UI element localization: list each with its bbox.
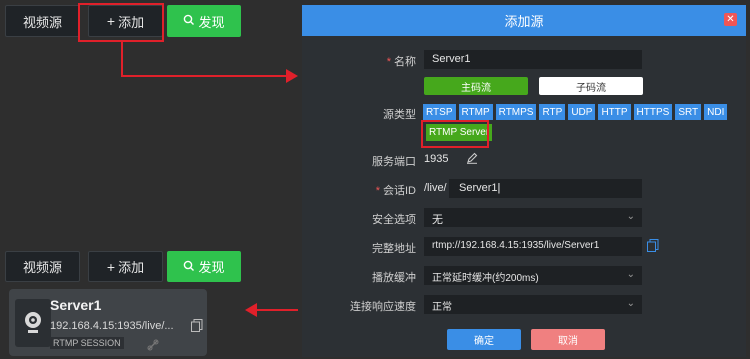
source-type-group: RTSP RTMP RTMPS RTP UDP HTTP HTTPS SRT N… <box>423 104 728 120</box>
sub-stream-button[interactable]: 子码流 <box>539 77 643 95</box>
name-input[interactable]: Server1 <box>424 50 642 69</box>
response-speed-select[interactable]: 正常 ⌄ <box>424 295 642 314</box>
buffer-label: 播放缓冲 <box>372 272 416 284</box>
full-address-field: rtmp://192.168.4.15:1935/live/Server1 <box>424 237 642 256</box>
video-source-label: 视频源 <box>22 260 62 275</box>
source-tag: RTMP SESSION <box>50 337 124 349</box>
type-ndi[interactable]: NDI <box>704 104 728 120</box>
type-rtp[interactable]: RTP <box>539 104 566 120</box>
cancel-button[interactable]: 取消 <box>531 329 605 350</box>
link-icon <box>147 339 159 354</box>
arrow-segment <box>121 41 123 77</box>
chevron-down-icon: ⌄ <box>626 269 635 280</box>
port-value: 1935 <box>424 153 449 165</box>
close-icon[interactable]: ✕ <box>724 13 737 26</box>
name-label: * 名称 <box>386 56 416 68</box>
copy-icon[interactable] <box>191 319 203 335</box>
discover-label: 发现 <box>198 260 225 275</box>
source-name: Server1 <box>50 297 102 313</box>
dialog-header: 添加源 ✕ <box>302 5 746 36</box>
discover-label: 发现 <box>198 14 225 30</box>
source-card[interactable]: Server1 192.168.4.15:1935/live/... RTMP … <box>9 289 207 356</box>
session-id-input[interactable]: Server1| <box>449 179 642 198</box>
bottom-toolbar: 视频源 + 添加 发现 <box>5 251 241 282</box>
rtmp-server-highlight <box>421 120 489 148</box>
search-icon <box>183 13 195 29</box>
dialog-title: 添加源 <box>504 14 544 29</box>
full-address-label: 完整地址 <box>372 243 416 255</box>
video-source-label: 视频源 <box>22 14 62 30</box>
video-source-button[interactable]: 视频源 <box>5 251 80 282</box>
security-label: 安全选项 <box>372 214 416 226</box>
session-id-label: * 会话ID <box>375 185 416 197</box>
type-srt[interactable]: SRT <box>675 104 702 120</box>
discover-button[interactable]: 发现 <box>167 5 241 37</box>
buffer-select[interactable]: 正常延时缓冲(约200ms) ⌄ <box>424 266 642 285</box>
video-source-button[interactable]: 视频源 <box>5 5 80 37</box>
source-type-label: 源类型 <box>383 109 416 121</box>
add-label: 添加 <box>118 260 145 275</box>
add-button[interactable]: + 添加 <box>88 251 163 282</box>
arrow-head-icon <box>286 69 298 83</box>
webcam-icon <box>15 299 51 347</box>
confirm-button[interactable]: 确定 <box>447 329 521 350</box>
arrow-segment <box>255 309 298 311</box>
add-button-highlight <box>78 3 164 42</box>
plus-icon: + <box>106 258 116 275</box>
copy-icon[interactable] <box>647 239 659 255</box>
type-https[interactable]: HTTPS <box>633 104 673 120</box>
add-source-dialog: 添加源 ✕ * 名称 Server1 主码流 子码流 源类型 RTSP RTMP … <box>302 5 746 357</box>
arrow-segment <box>121 75 291 77</box>
type-rtmps[interactable]: RTMPS <box>495 104 537 120</box>
port-label: 服务端口 <box>372 156 416 168</box>
type-rtmp[interactable]: RTMP <box>458 104 493 120</box>
discover-button[interactable]: 发现 <box>167 251 241 282</box>
type-rtsp[interactable]: RTSP <box>423 104 456 120</box>
main-stream-button[interactable]: 主码流 <box>424 77 528 95</box>
edit-icon[interactable] <box>466 152 478 167</box>
search-icon <box>183 259 195 275</box>
type-http[interactable]: HTTP <box>598 104 631 120</box>
chevron-down-icon: ⌄ <box>626 211 635 222</box>
type-udp[interactable]: UDP <box>568 104 596 120</box>
response-speed-label: 连接响应速度 <box>350 301 416 313</box>
chevron-down-icon: ⌄ <box>626 298 635 309</box>
session-prefix: /live/ <box>424 182 447 194</box>
source-url: 192.168.4.15:1935/live/... <box>50 320 174 332</box>
security-select[interactable]: 无 ⌄ <box>424 208 642 227</box>
